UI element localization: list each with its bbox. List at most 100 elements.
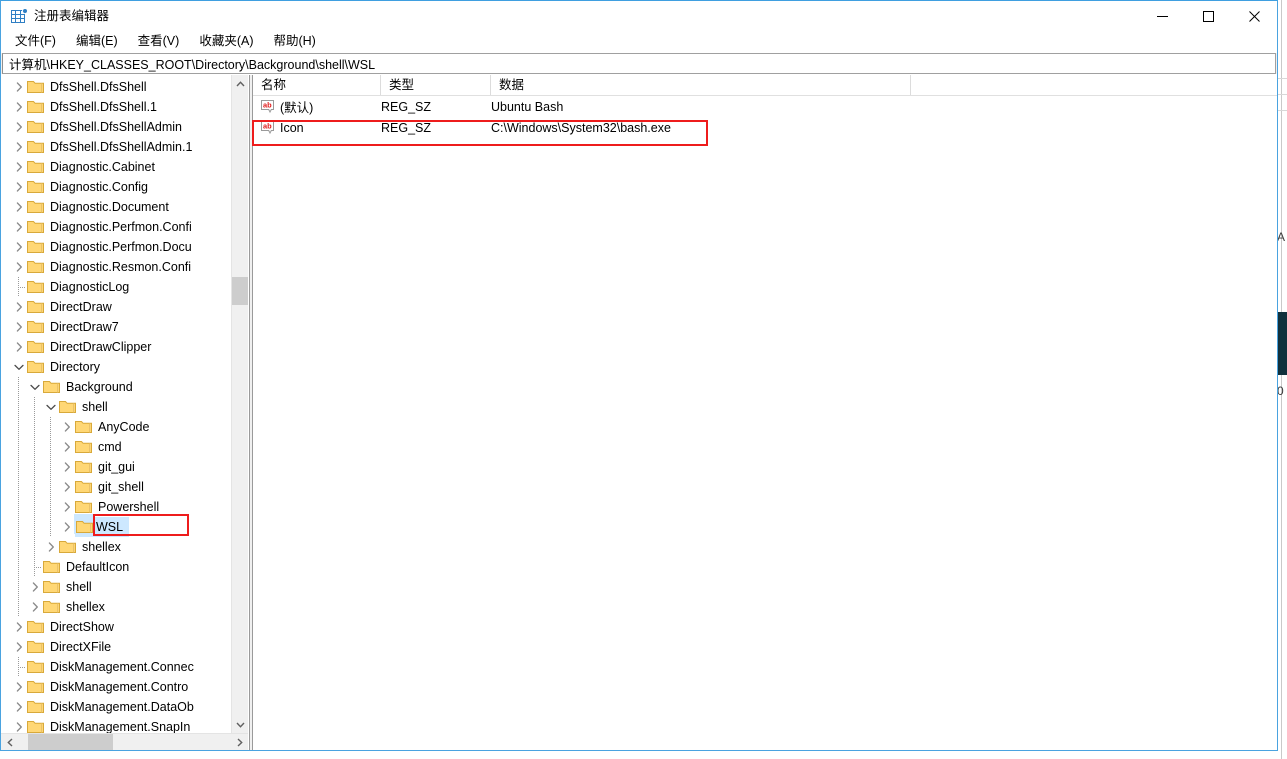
tree-node[interactable]: shell [1,577,231,597]
minimize-button[interactable] [1139,1,1185,31]
tree-guide-line [34,457,35,477]
tree-expand-toggle[interactable] [11,337,27,357]
tree-node-label: Diagnostic.Perfmon.Confi [50,220,192,234]
tree-node[interactable]: DiskManagement.Connec [1,657,231,677]
folder-icon [27,200,44,214]
tree-node[interactable]: DiskManagement.Contro [1,677,231,697]
value-row[interactable]: ab (默认) REG_SZ Ubuntu Bash [253,96,1277,117]
tree-node[interactable]: DfsShell.DfsShell.1 [1,97,231,117]
menu-help[interactable]: 帮助(H) [269,32,324,52]
tree-node[interactable]: DirectDrawClipper [1,337,231,357]
tree-expand-toggle[interactable] [59,417,75,437]
tree-expand-toggle[interactable] [11,257,27,277]
tree-node[interactable]: Diagnostic.Perfmon.Confi [1,217,231,237]
tree-vertical-scrollbar[interactable] [231,75,248,733]
tree-expand-toggle[interactable] [11,317,27,337]
tree-scroll-track[interactable] [232,92,248,716]
tree-node[interactable]: cmd [1,437,231,457]
tree-node[interactable]: Powershell [1,497,231,517]
scroll-left-button[interactable] [1,734,18,750]
tree-hscroll-thumb[interactable] [28,734,113,750]
tree-scroll-thumb[interactable] [232,277,248,305]
tree-guide-line [18,377,19,397]
tree-expand-toggle[interactable] [11,157,27,177]
tree-expand-toggle[interactable] [11,697,27,717]
registry-tree[interactable]: DfsShell.DfsShell DfsShell.DfsShell.1 DfsS… [1,75,231,733]
scroll-right-button[interactable] [231,734,248,750]
tree-expand-toggle[interactable] [27,597,43,617]
tree-expand-toggle[interactable] [11,137,27,157]
tree-node[interactable]: Background [1,377,231,397]
tree-expand-toggle[interactable] [59,437,75,457]
tree-expand-toggle[interactable] [11,77,27,97]
tree-expand-toggle[interactable] [11,217,27,237]
value-row[interactable]: ab Icon REG_SZ C:\Windows\System32\bash.exe [253,117,1277,138]
tree-expand-toggle[interactable] [59,497,75,517]
maximize-button[interactable] [1185,1,1231,31]
tree-node[interactable]: DirectXFile [1,637,231,657]
tree-collapse-toggle[interactable] [27,377,43,397]
scroll-down-button[interactable] [232,716,248,733]
tree-expand-toggle[interactable] [11,117,27,137]
tree-collapse-toggle[interactable] [43,397,59,417]
tree-node-selected[interactable]: WSL [1,514,231,537]
tree-node[interactable]: shell [1,397,231,417]
tree-expand-toggle[interactable] [11,617,27,637]
tree-node[interactable]: Diagnostic.Resmon.Confi [1,257,231,277]
tree-node[interactable]: DfsShell.DfsShell [1,77,231,97]
tree-node[interactable]: DirectShow [1,617,231,637]
tree-expand-toggle[interactable] [27,577,43,597]
tree-node[interactable]: DfsShell.DfsShellAdmin [1,117,231,137]
tree-expand-toggle[interactable] [11,97,27,117]
folder-icon [75,440,92,454]
tree-node[interactable]: shellex [1,597,231,617]
tree-expand-toggle[interactable] [11,717,27,733]
folder-icon [75,500,92,514]
close-button[interactable] [1231,1,1277,31]
menu-favorites[interactable]: 收藏夹(A) [195,32,262,52]
tree-node[interactable]: DirectDraw7 [1,317,231,337]
tree-indent [1,417,59,437]
values-list[interactable]: ab (默认) REG_SZ Ubuntu Bash ab Icon REG_SZ C:\Wi… [253,96,1277,750]
tree-node[interactable]: shellex [1,537,231,557]
menu-file[interactable]: 文件(F) [11,32,65,52]
tree-node[interactable]: DiskManagement.DataOb [1,697,231,717]
tree-expand-toggle[interactable] [11,637,27,657]
tree-node[interactable]: DiagnosticLog [1,277,231,297]
tree-expand-toggle[interactable] [11,237,27,257]
tree-expand-toggle[interactable] [59,457,75,477]
tree-node[interactable]: DefaultIcon [1,557,231,577]
tree-hscroll-track[interactable] [18,734,231,750]
column-name[interactable]: 名称 [253,75,381,95]
tree-expand-toggle[interactable] [43,537,59,557]
tree-collapse-toggle[interactable] [11,357,27,377]
tree-expand-toggle[interactable] [11,177,27,197]
tree-expand-toggle[interactable] [59,477,75,497]
tree-node[interactable]: git_gui [1,457,231,477]
tree-node[interactable]: DfsShell.DfsShellAdmin.1 [1,137,231,157]
tree-expand-toggle[interactable] [11,197,27,217]
tree-node[interactable]: DirectDraw [1,297,231,317]
tree-node[interactable]: DiskManagement.SnapIn [1,717,231,733]
tree-node[interactable]: Diagnostic.Cabinet [1,157,231,177]
tree-expand-toggle[interactable] [11,677,27,697]
tree-node[interactable]: Directory [1,357,231,377]
tree-node[interactable]: Diagnostic.Document [1,197,231,217]
scroll-up-button[interactable] [232,75,248,92]
tree-expand-toggle[interactable] [11,297,27,317]
column-data[interactable]: 数据 [491,75,911,95]
tree-node[interactable]: AnyCode [1,417,231,437]
tree-node[interactable]: Diagnostic.Perfmon.Docu [1,237,231,257]
chevron-right-icon [48,542,54,552]
column-type[interactable]: 类型 [381,75,491,95]
tree-node[interactable]: git_shell [1,477,231,497]
tree-node[interactable]: Diagnostic.Config [1,177,231,197]
menu-edit[interactable]: 编辑(E) [72,32,127,52]
address-bar[interactable]: 计算机\HKEY_CLASSES_ROOT\Directory\Backgrou… [2,53,1276,74]
tree-horizontal-scrollbar[interactable] [1,733,248,750]
tree-expand-toggle[interactable] [59,517,75,537]
chevron-down-icon [30,384,40,390]
menu-view[interactable]: 查看(V) [134,32,189,52]
